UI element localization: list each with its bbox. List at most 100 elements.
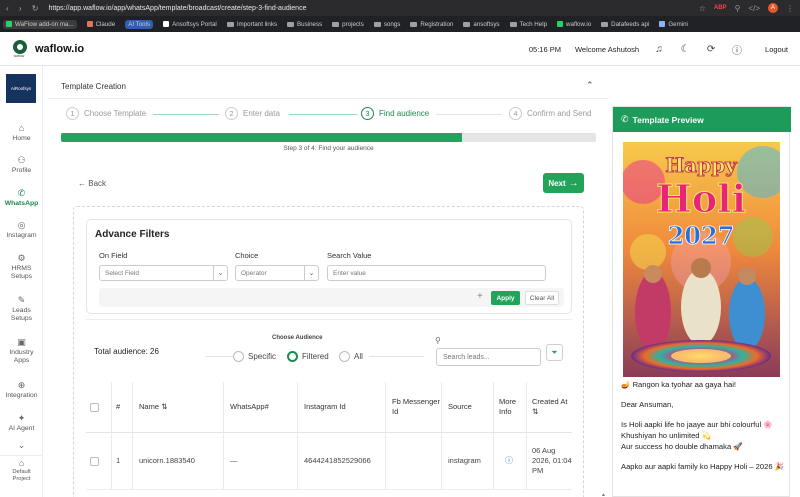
sidebar-item-instagram[interactable]: ◎ Instagram <box>0 221 43 240</box>
info-icon[interactable]: ⓘ <box>505 456 513 466</box>
preview-message: 🪔 Rangon ka tyohar aa gaya hai! Dear Ans… <box>621 379 787 481</box>
sidebar-default-project[interactable]: ⌂ Default Project <box>0 458 43 483</box>
project-logo[interactable]: AiRoofsys <box>6 74 36 103</box>
image-text-holi: Holi <box>656 176 746 221</box>
add-filter-icon[interactable]: + <box>477 291 483 302</box>
col-header-created[interactable]: Created At ⇅ <box>527 382 572 432</box>
select-all-checkbox[interactable] <box>90 402 99 412</box>
on-field-select[interactable]: Select Field ⌄ <box>99 265 228 281</box>
star-icon[interactable]: ☆ <box>699 4 706 13</box>
bookmark-item[interactable]: Gemini <box>659 21 688 28</box>
address-bar[interactable]: https://app.waflow.io/app/whatsApp/templ… <box>48 5 698 12</box>
menu-dots-icon[interactable]: ⋮ <box>786 4 794 13</box>
row-fb <box>386 433 442 489</box>
audience-selector: Total audience: 26 Choose Audience Speci… <box>86 319 572 379</box>
row-more-info[interactable]: ⓘ <box>494 433 527 489</box>
sidebar-item-industry[interactable]: ▣ Industry Apps <box>0 338 43 366</box>
bookmark-item[interactable]: Ansoftsys Portal <box>163 21 217 28</box>
building-icon: ⌂ <box>18 458 25 468</box>
arrow-left-icon: ← <box>78 179 86 188</box>
instagram-icon: ◎ <box>17 220 26 230</box>
apply-button[interactable]: Apply <box>491 291 520 305</box>
step-enter-data[interactable]: 2 Enter data <box>225 107 280 120</box>
logo-tag: waflow <box>13 53 25 58</box>
extension-abp-icon[interactable]: ABP <box>714 5 727 11</box>
choice-select[interactable]: Operator ⌄ <box>235 265 319 281</box>
scrollbar-arrows[interactable]: ▲▼ <box>601 492 606 497</box>
code-icon[interactable]: </> <box>748 4 760 13</box>
step-confirm-send[interactable]: 4 Confirm and Send <box>509 107 591 120</box>
bookmark-item[interactable]: AI Tools <box>125 19 154 29</box>
sidebar-item-integration[interactable]: ⊕ Integration <box>0 381 43 400</box>
col-header-name[interactable]: Name ⇅ <box>133 382 224 432</box>
bookmark-item[interactable]: Claude <box>86 21 115 28</box>
sidebar-item-leads[interactable]: ✎ Leads Setups <box>0 296 43 324</box>
sidebar-item-home[interactable]: ⌂ Home <box>0 124 43 143</box>
sidebar-item-whatsapp[interactable]: ✆ WhatsApp <box>0 189 43 208</box>
filter-icon[interactable]: ⏷ <box>546 344 563 361</box>
search-icon: ⚲ <box>435 336 441 345</box>
next-button[interactable]: Next → <box>543 173 584 193</box>
row-created: 06 Aug 2026, 01:04 PM <box>532 446 572 475</box>
chevron-down-icon: ⌄ <box>17 440 26 450</box>
profile-avatar[interactable]: A <box>768 3 778 13</box>
holi-greeting-image: Happy Holi 2027 <box>623 142 780 377</box>
moon-icon[interactable]: ☾ <box>679 44 691 55</box>
find-audience-section: Advance Filters On Field Select Field ⌄ C… <box>73 206 584 497</box>
image-text-happy: Happy <box>665 153 738 177</box>
bookmark-item[interactable]: songs <box>373 21 400 28</box>
row-instagram: 4644241852529066 <box>298 433 386 489</box>
bookmark-item[interactable]: Tech Help <box>509 21 547 28</box>
chevron-up-icon[interactable]: ⌃ <box>586 80 594 91</box>
logout-button[interactable]: Logout <box>765 45 788 54</box>
total-audience: Total audience: 26 <box>94 347 159 356</box>
welcome-text: Welcome Ashutosh <box>574 44 640 54</box>
bookmark-item[interactable]: Important links <box>226 21 277 28</box>
row-source: instagram <box>442 433 494 489</box>
sidebar-item-hrms[interactable]: ⚙ HRMS Setups <box>0 254 43 282</box>
step-choose-template[interactable]: 1 Choose Template <box>66 107 146 120</box>
divider <box>369 356 424 357</box>
sidebar-item-ai-agent[interactable]: ✦ AI Agent <box>0 414 43 433</box>
sidebar-item-profile[interactable]: ⚇ Profile <box>0 156 43 175</box>
page-title: Template Creation <box>61 82 126 91</box>
image-text-year: 2027 <box>668 221 735 250</box>
brand-name[interactable]: waflow.io <box>35 43 84 55</box>
row-whatsapp: — <box>224 433 298 489</box>
radio-filtered[interactable]: Filtered <box>287 351 329 362</box>
row-num: 1 <box>112 433 133 489</box>
brand-logo[interactable]: waflow <box>2 39 27 58</box>
refresh-icon[interactable]: ⟳ <box>705 44 717 55</box>
clear-all-button[interactable]: Clear All <box>525 291 559 305</box>
briefcase-icon: ▣ <box>17 337 26 347</box>
table-row <box>86 433 112 489</box>
filters-title: Advance Filters <box>95 229 170 240</box>
sidebar-scroll-chevron[interactable]: ⌄ <box>0 441 43 452</box>
radio-specific[interactable]: Specific <box>233 351 276 362</box>
bookmark-item[interactable]: Datafeeds api <box>601 21 649 28</box>
bookmark-item[interactable]: Business <box>287 21 322 28</box>
browser-nav-icons[interactable]: ‹ › ↻ <box>6 4 42 13</box>
bookmark-item[interactable]: ansoftsys <box>463 21 500 28</box>
row-checkbox[interactable] <box>90 456 99 466</box>
col-header-instagram: Instagram Id <box>298 382 386 432</box>
bookmark-item[interactable]: Registration <box>410 21 453 28</box>
radio-all[interactable]: All <box>339 351 363 362</box>
search-leads-input[interactable]: Search leads... <box>436 348 541 366</box>
bookmark-item[interactable]: WaFlow add-on ma... <box>3 19 77 29</box>
search-value-input[interactable]: Enter value <box>327 265 546 281</box>
bookmark-item[interactable]: waflow.io <box>557 21 591 28</box>
gear-icon: ⚙ <box>17 253 26 263</box>
back-button[interactable]: ← Back <box>78 179 106 188</box>
wand-icon: ✎ <box>17 295 26 305</box>
message-line: Aur success ho double dhamaka 🚀 <box>621 442 743 451</box>
help-icon[interactable]: ⓘ <box>731 42 743 57</box>
preview-header: ✆ Template Preview <box>613 107 791 132</box>
bell-icon[interactable]: ♫ <box>653 44 665 55</box>
message-line: Khushiyan ho unlimited 💫 <box>621 431 712 440</box>
puzzle-icon[interactable]: ⚲ <box>735 4 741 13</box>
step-find-audience[interactable]: 3 Find audience <box>361 107 429 120</box>
bookmark-item[interactable]: projects <box>332 21 364 28</box>
step-connector <box>289 114 357 115</box>
col-header-num: # <box>112 382 133 432</box>
